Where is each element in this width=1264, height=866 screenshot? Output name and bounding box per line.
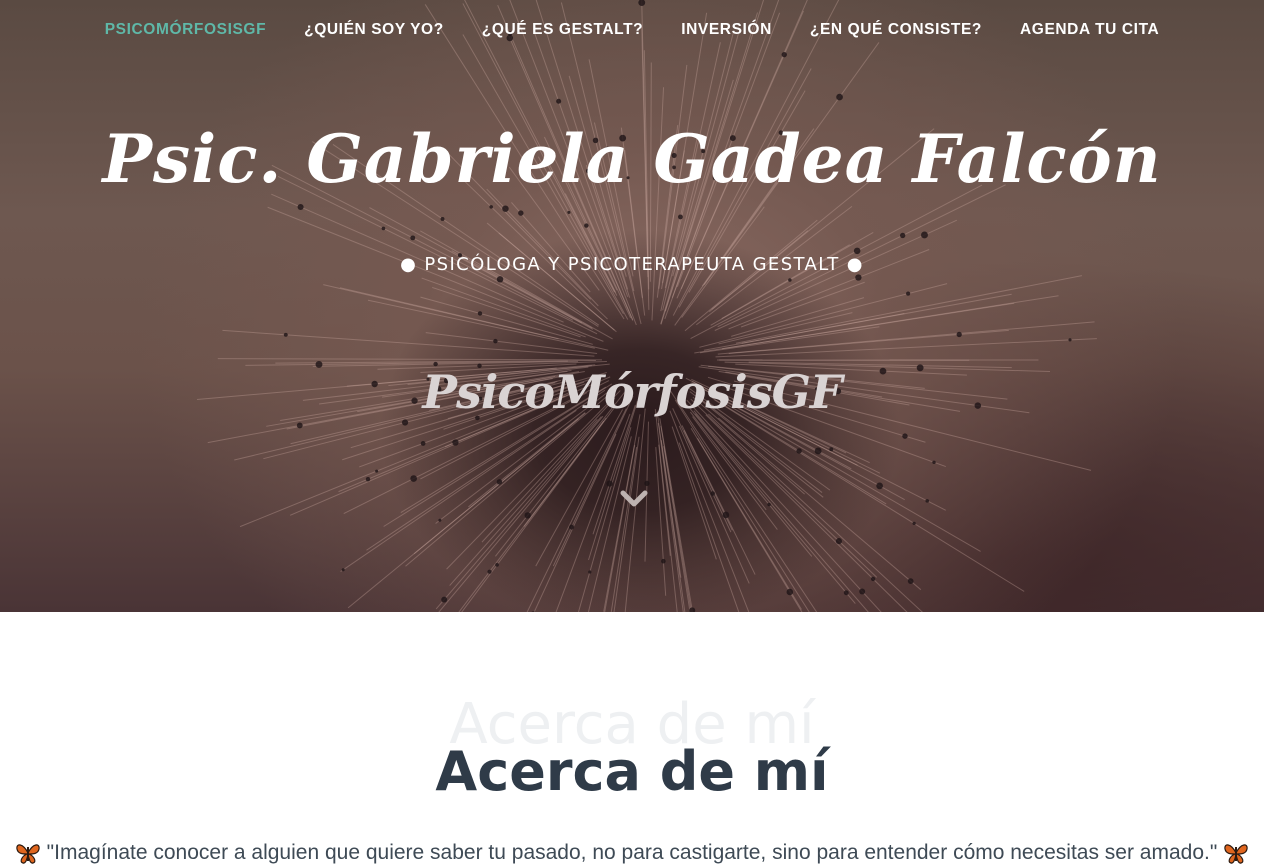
nav-item-agenda-tu-cita[interactable]: AGENDA TU CITA (1001, 21, 1178, 39)
nav-item-en-que-consiste[interactable]: ¿EN QUÉ CONSISTE? (791, 21, 1001, 39)
hero-section: PSICOMÓRFOSISGF ¿QUIÉN SOY YO? ¿QUÉ ES G… (0, 0, 1264, 612)
about-quote: "Imagínate conocer a alguien que quiere … (0, 836, 1264, 866)
nav-item-inversion[interactable]: INVERSIÓN (662, 21, 791, 39)
nav-brand-link[interactable]: PSICOMÓRFOSISGF (86, 21, 285, 39)
top-navigation: PSICOMÓRFOSISGF ¿QUIÉN SOY YO? ¿QUÉ ES G… (0, 0, 1264, 60)
butterfly-icon (16, 844, 40, 864)
dandelion-background-image (196, 0, 1097, 612)
chevron-down-icon (620, 490, 648, 507)
quote-text: "Imagínate conocer a alguien que quiere … (46, 841, 1218, 864)
scroll-down-button[interactable] (617, 484, 651, 514)
hero-title: Psic. Gabriela Gadea Falcón (102, 120, 1162, 198)
hero-logo: PsicoMórfosisGF (422, 365, 842, 419)
nav-item-que-es-gestalt[interactable]: ¿QUÉ ES GESTALT? (463, 21, 662, 39)
hero-subtitle: ● PSICÓLOGA Y PSICOTERAPEUTA GESTALT ● (400, 254, 864, 275)
butterfly-icon (1224, 844, 1248, 864)
nav-item-quien-soy-yo[interactable]: ¿QUIÉN SOY YO? (285, 21, 463, 39)
about-title: Acerca de mí (435, 740, 829, 803)
